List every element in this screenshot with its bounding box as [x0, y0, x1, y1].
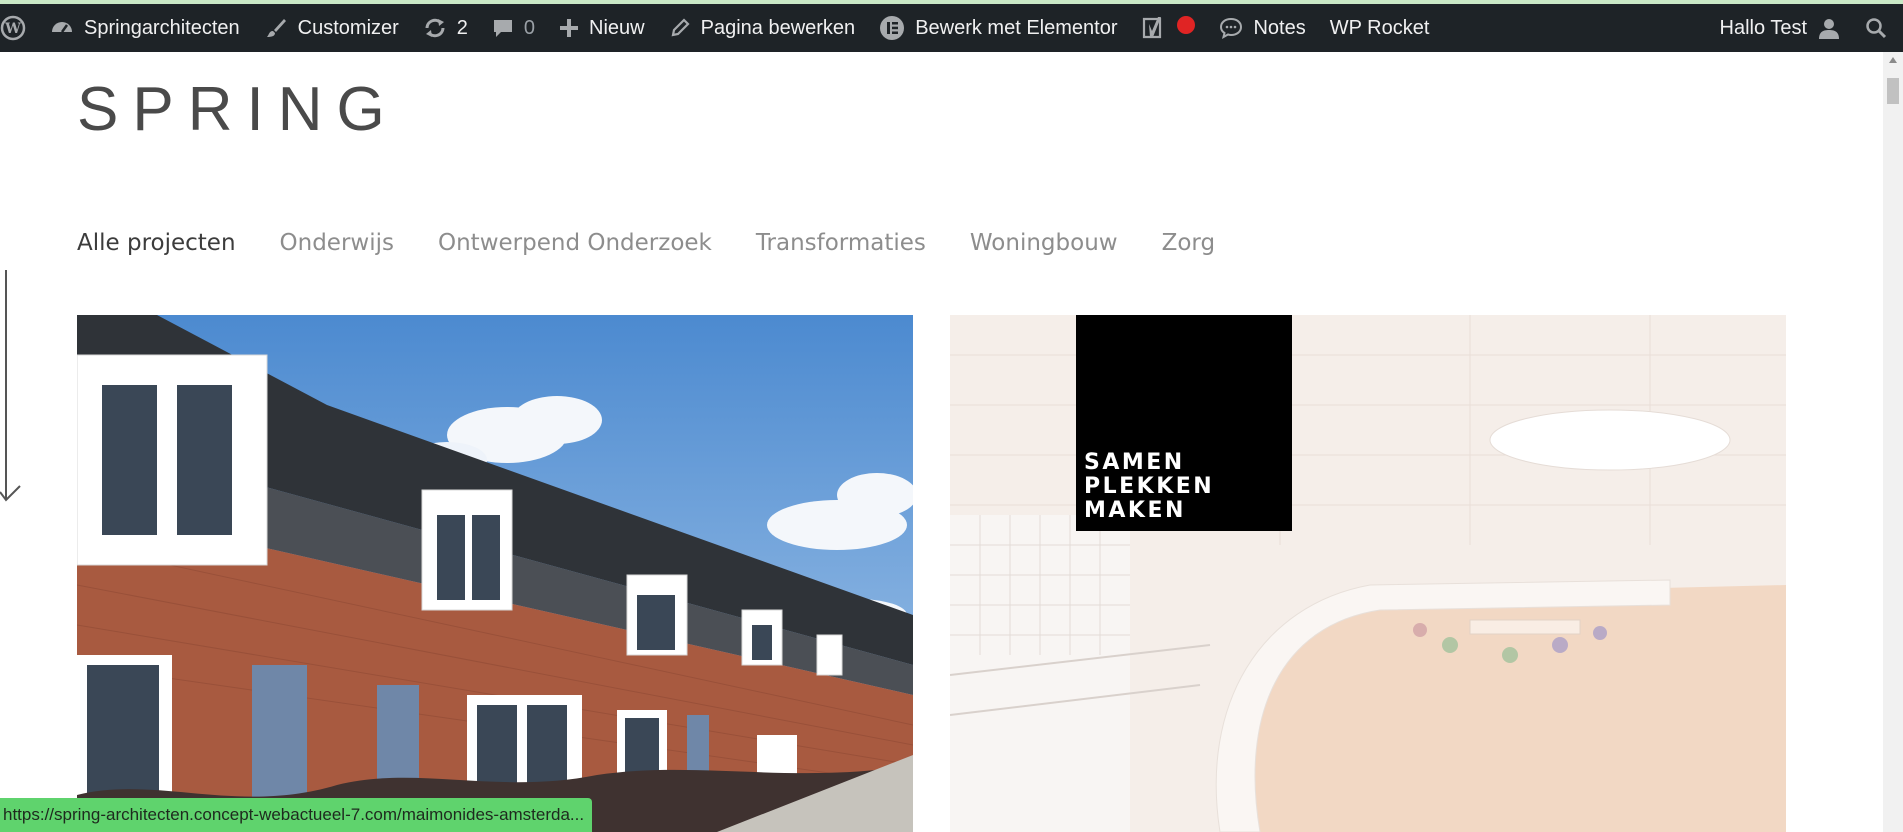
wordpress-logo-button[interactable]: W — [0, 4, 38, 52]
svg-text:W: W — [4, 21, 21, 37]
yoast-seo-button[interactable] — [1129, 4, 1207, 52]
updates-count: 2 — [456, 16, 468, 39]
scroll-down-arrow-icon[interactable] — [0, 270, 24, 506]
wp-admin-bar: W Springarchitecten Customizer 2 0 Nieuw… — [0, 4, 1903, 52]
pencil-icon — [671, 18, 690, 37]
filter-onderwijs[interactable]: Onderwijs — [280, 230, 394, 256]
filter-alle-projecten[interactable]: Alle projecten — [77, 230, 236, 256]
my-account-menu[interactable]: Hallo Test — [1708, 4, 1853, 52]
scroll-up-arrow-icon[interactable] — [1883, 56, 1903, 70]
filter-transformaties[interactable]: Transformaties — [756, 230, 926, 256]
notes-label: Notes — [1253, 16, 1306, 39]
admin-search-button[interactable] — [1853, 4, 1903, 52]
customizer-button[interactable]: Customizer — [252, 4, 411, 52]
seo-status-dot — [1177, 16, 1196, 40]
updates-button[interactable]: 2 — [411, 4, 480, 52]
badge-line-1: SAMEN — [1084, 450, 1185, 475]
yoast-icon — [1143, 17, 1162, 39]
speech-bubble-icon — [1220, 17, 1243, 39]
update-icon — [425, 18, 445, 38]
dashboard-icon — [52, 22, 72, 33]
new-content-button[interactable]: Nieuw — [547, 4, 657, 52]
filter-ontwerpend-onderzoek[interactable]: Ontwerpend Onderzoek — [438, 230, 712, 256]
brush-icon — [266, 19, 286, 37]
wp-rocket-button[interactable]: WP Rocket — [1318, 4, 1442, 52]
project-card-woningbouw[interactable] — [77, 315, 913, 832]
project-image-row-houses — [77, 315, 913, 832]
page-scrollbar[interactable] — [1883, 52, 1903, 832]
notes-button[interactable]: Notes — [1207, 4, 1317, 52]
user-avatar-icon — [1819, 19, 1839, 39]
wordpress-icon: W — [0, 15, 26, 41]
elementor-button[interactable]: Bewerk met Elementor — [867, 4, 1129, 52]
elementor-icon — [880, 16, 905, 40]
link-status-bar: https://spring-architecten.concept-webac… — [0, 798, 593, 832]
badge-line-3: MAKEN — [1084, 498, 1186, 523]
filter-zorg[interactable]: Zorg — [1162, 230, 1215, 256]
edit-page-button[interactable]: Pagina bewerken — [657, 4, 868, 52]
scrollbar-thumb[interactable] — [1887, 78, 1899, 104]
plus-icon — [560, 19, 579, 37]
comment-icon — [493, 20, 512, 37]
new-label: Nieuw — [589, 16, 645, 39]
samen-plekken-maken-badge: SAMEN PLEKKEN MAKEN — [1076, 315, 1292, 531]
elementor-label: Bewerk met Elementor — [915, 16, 1118, 39]
search-icon — [1866, 18, 1887, 39]
site-name-label: Springarchitecten — [84, 16, 240, 39]
site-logo[interactable]: SPRING — [77, 74, 399, 145]
customizer-label: Customizer — [297, 16, 399, 39]
comments-button[interactable]: 0 — [480, 4, 547, 52]
wp-rocket-label: WP Rocket — [1329, 16, 1430, 39]
comments-count: 0 — [523, 16, 536, 39]
greeting-label: Hallo Test — [1719, 16, 1807, 39]
project-filter-nav: Alle projecten Onderwijs Ontwerpend Onde… — [77, 230, 1215, 256]
badge-line-2: PLEKKEN — [1084, 474, 1215, 499]
filter-woningbouw[interactable]: Woningbouw — [970, 230, 1118, 256]
site-name-menu[interactable]: Springarchitecten — [38, 4, 252, 52]
edit-page-label: Pagina bewerken — [700, 16, 856, 39]
